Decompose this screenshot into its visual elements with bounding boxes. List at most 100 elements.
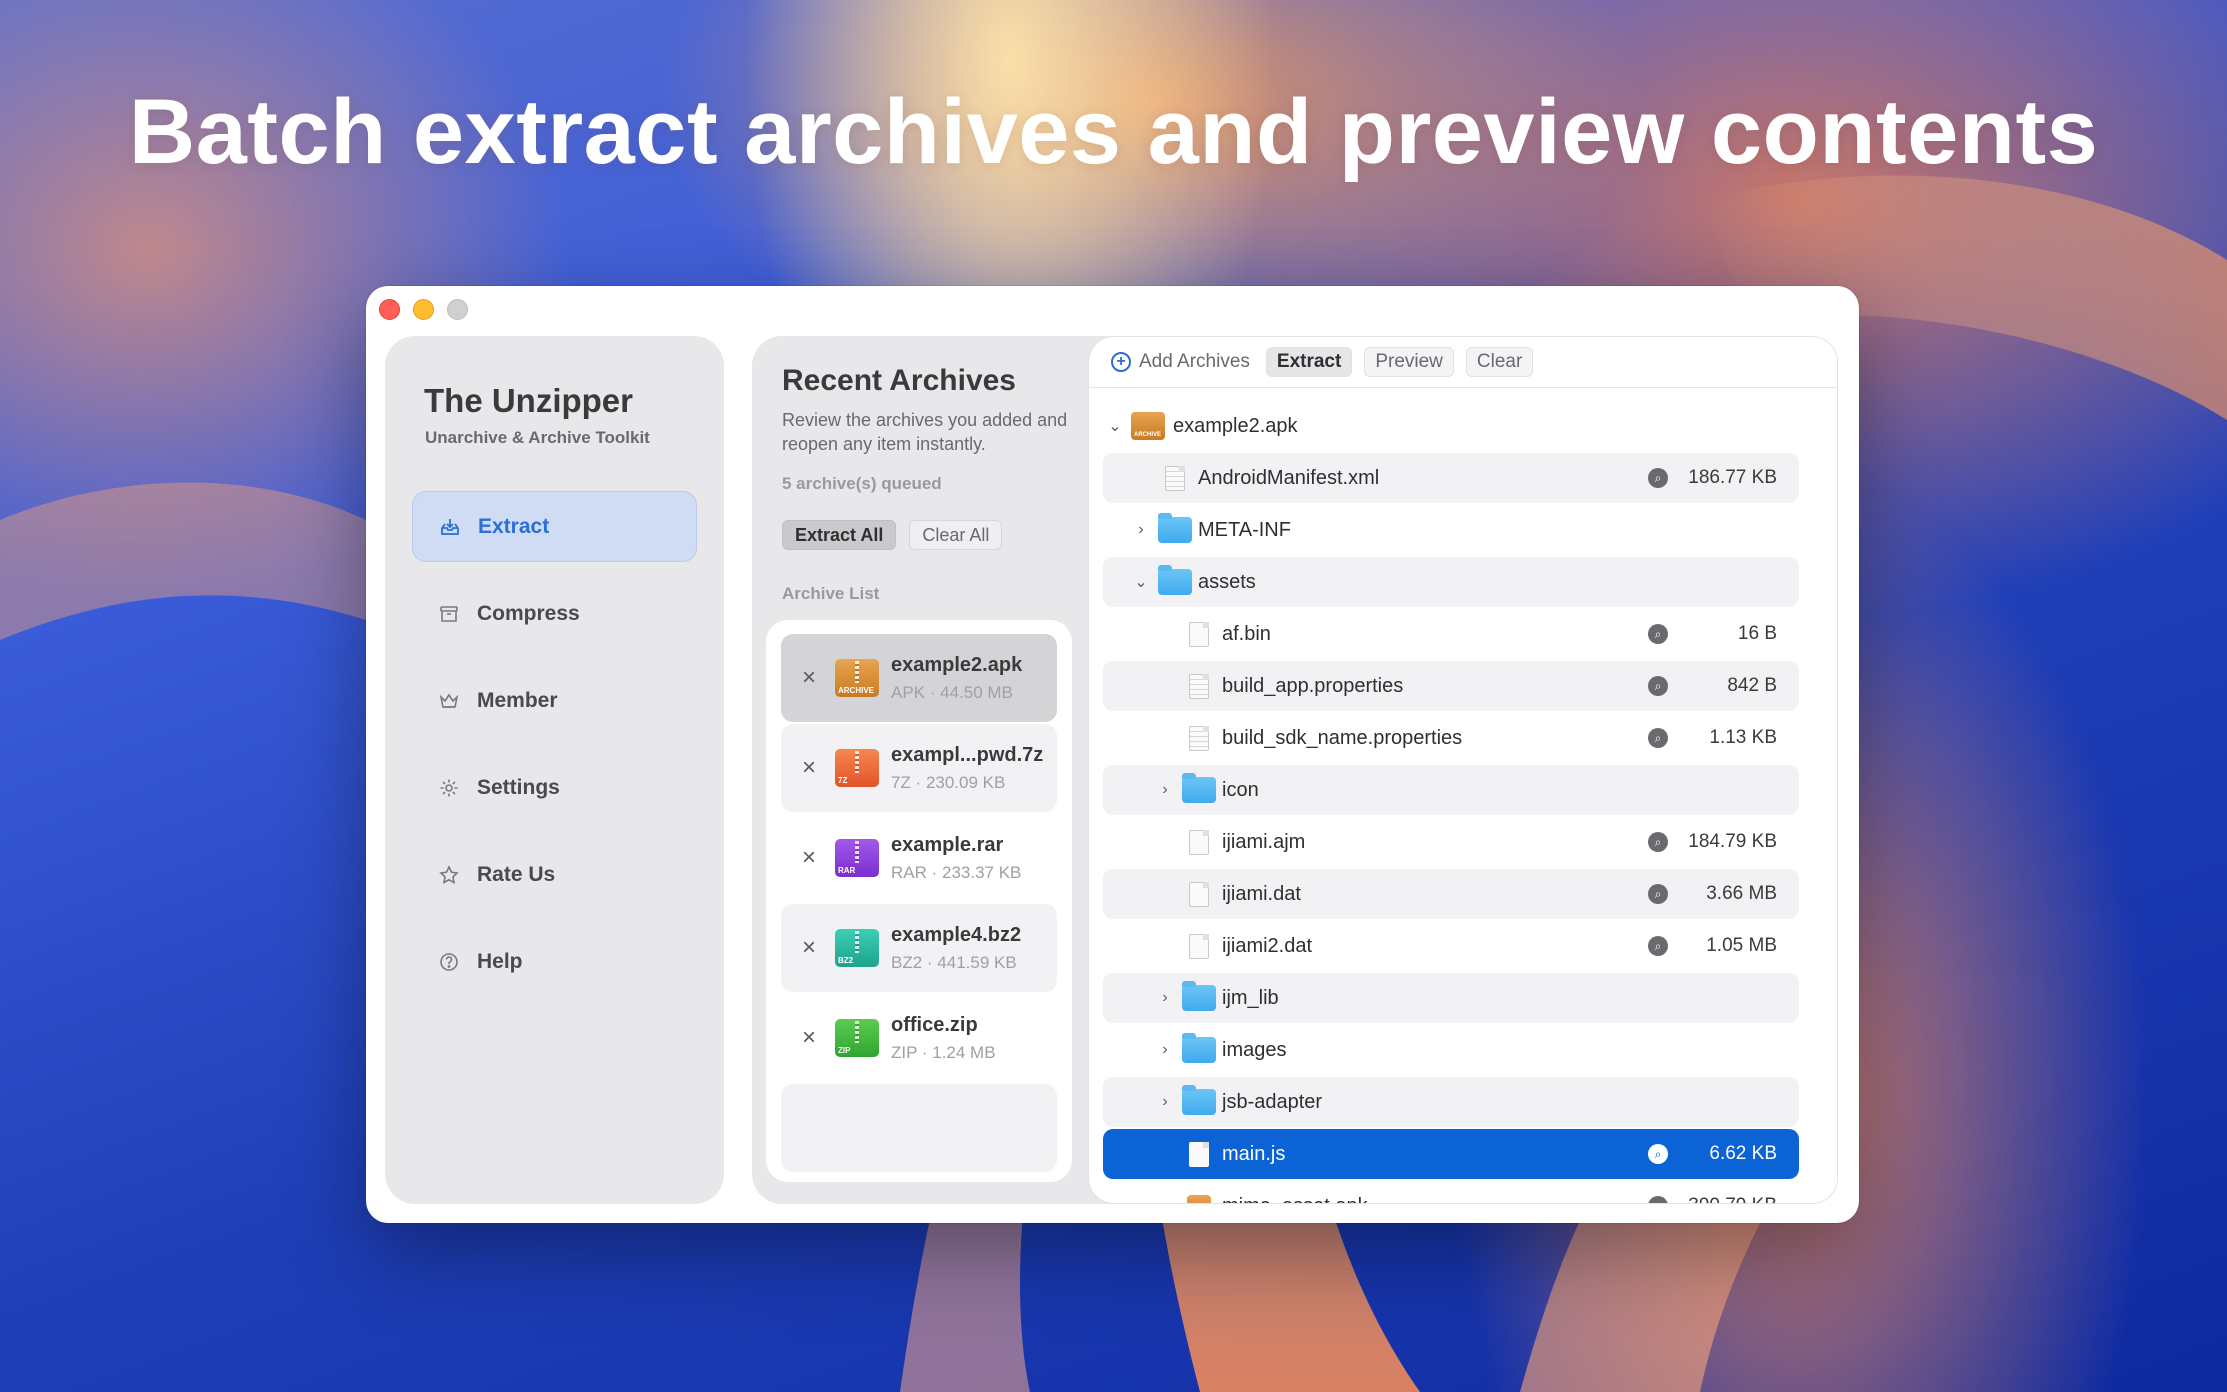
tree-row[interactable]: af.bin ⌕ 16 B	[1103, 609, 1799, 659]
archive-item[interactable]: × ARCHIVE example2.apk APK · 44.50 MB	[781, 634, 1057, 722]
archive-item[interactable]: × BZ2 example4.bz2 BZ2 · 441.59 KB	[781, 904, 1057, 992]
sidebar-item-compress[interactable]: Compress	[412, 578, 697, 649]
file-size: 1.05 MB	[1706, 935, 1777, 956]
clear-all-button[interactable]: Clear All	[909, 520, 1003, 550]
folder-icon	[1182, 1085, 1216, 1115]
question-circle-icon	[438, 951, 460, 973]
chevron-right-icon[interactable]: ›	[1155, 781, 1175, 799]
app-subtitle: Unarchive & Archive Toolkit	[425, 428, 650, 447]
tree-row[interactable]: › icon	[1103, 765, 1799, 815]
extract-all-button[interactable]: Extract All	[782, 520, 897, 550]
app-title: The Unzipper	[424, 382, 634, 419]
tree-row[interactable]: ijiami.dat ⌕ 3.66 MB	[1103, 869, 1799, 919]
archive-drop-area[interactable]	[781, 1084, 1057, 1172]
sidebar-item-settings[interactable]: Settings	[412, 752, 697, 823]
plus-circle-icon: +	[1111, 352, 1131, 372]
archive-name: example.rar	[891, 833, 1004, 856]
chevron-down-icon[interactable]: ⌄	[1105, 416, 1125, 436]
tree-row-root[interactable]: ⌄ ARCHIVE example2.apk	[1103, 401, 1799, 451]
sidebar-item-member[interactable]: Member	[412, 665, 697, 736]
sidebar-item-label: Member	[477, 688, 558, 712]
sidebar-item-rate-us[interactable]: Rate Us	[412, 839, 697, 910]
archive-name: exampl...pwd.7z	[891, 743, 1044, 766]
tree-row[interactable]: › jsb-adapter	[1103, 1077, 1799, 1127]
add-archives-button[interactable]: + Add Archives	[1107, 347, 1254, 377]
preview-magnifier-icon[interactable]: ⌕	[1648, 1196, 1668, 1203]
archive-actions: Extract All Clear All	[782, 520, 1003, 550]
archive-file-icon: ARCHIVE	[835, 659, 879, 697]
preview-magnifier-icon[interactable]: ⌕	[1648, 884, 1668, 904]
clear-button[interactable]: Clear	[1465, 347, 1534, 377]
tree-row[interactable]: › images	[1103, 1025, 1799, 1075]
tree-row[interactable]: › ijm_lib	[1103, 973, 1799, 1023]
recent-archives-description: Review the archives you added and reopen…	[782, 410, 1068, 454]
tree-row[interactable]: mime_asset.apk ⌕ 390.79 KB	[1103, 1181, 1799, 1203]
tree-row[interactable]: ⌄ assets	[1103, 557, 1799, 607]
preview-magnifier-icon[interactable]: ⌕	[1648, 468, 1668, 488]
tree-row-label: ijiami.dat	[1222, 882, 1301, 905]
sidebar-item-label: Rate Us	[477, 862, 556, 886]
sidebar-nav: Extract Compress Member Settings Rate Us…	[412, 491, 697, 1013]
archive-file-icon	[1187, 1195, 1211, 1203]
tab-extract[interactable]: Extract	[1265, 347, 1353, 377]
preview-magnifier-icon[interactable]: ⌕	[1648, 676, 1668, 696]
tree-row-label: assets	[1198, 570, 1256, 593]
tree-row[interactable]: ijiami2.dat ⌕ 1.05 MB	[1103, 921, 1799, 971]
tree-row[interactable]: AndroidManifest.xml ⌕ 186.77 KB	[1103, 453, 1799, 503]
chevron-right-icon[interactable]: ›	[1155, 1093, 1175, 1111]
tree-row[interactable]: › META-INF	[1103, 505, 1799, 555]
preview-magnifier-icon[interactable]: ⌕	[1648, 728, 1668, 748]
archive-info: ZIP · 1.24 MB	[891, 1042, 996, 1062]
archive-list: × ARCHIVE example2.apk APK · 44.50 MB × 7…	[766, 620, 1072, 1182]
tab-preview[interactable]: Preview	[1364, 347, 1454, 377]
archive-box-icon	[438, 603, 460, 625]
preview-magnifier-icon[interactable]: ⌕	[1648, 832, 1668, 852]
file-icon	[1189, 933, 1209, 959]
sidebar-item-help[interactable]: Help	[412, 926, 697, 997]
tree-row-selected[interactable]: main.js ⌕ 6.62 KB	[1103, 1129, 1799, 1179]
preview-magnifier-icon[interactable]: ⌕	[1648, 936, 1668, 956]
remove-icon[interactable]: ×	[797, 844, 821, 871]
remove-icon[interactable]: ×	[797, 754, 821, 781]
tree-row-label: jsb-adapter	[1222, 1090, 1323, 1113]
remove-icon[interactable]: ×	[797, 934, 821, 961]
chevron-down-icon[interactable]: ⌄	[1131, 572, 1151, 592]
file-size: 184.79 KB	[1688, 831, 1777, 852]
close-window-button[interactable]	[379, 299, 400, 320]
remove-icon[interactable]: ×	[797, 1024, 821, 1051]
tree-row-label: example2.apk	[1173, 414, 1298, 437]
preview-magnifier-icon[interactable]: ⌕	[1648, 1144, 1668, 1164]
file-size: 390.79 KB	[1688, 1195, 1777, 1203]
minimize-window-button[interactable]	[413, 299, 434, 320]
sidebar-item-label: Help	[477, 949, 523, 973]
tree-row-label: ijiami.ajm	[1222, 830, 1306, 853]
file-size: 186.77 KB	[1688, 467, 1777, 488]
tree-row[interactable]: ijiami.ajm ⌕ 184.79 KB	[1103, 817, 1799, 867]
archive-info: APK · 44.50 MB	[891, 682, 1013, 702]
file-tree: ⌄ ARCHIVE example2.apk AndroidManifest.x…	[1103, 401, 1799, 1203]
file-size: 6.62 KB	[1709, 1143, 1777, 1164]
file-icon	[1189, 881, 1209, 907]
window-controls	[379, 299, 468, 320]
chevron-right-icon[interactable]: ›	[1155, 1041, 1175, 1059]
sidebar-item-label: Compress	[477, 601, 580, 625]
queued-count: 5 archive(s) queued	[782, 474, 942, 493]
recent-archives-panel: Recent Archives Review the archives you …	[752, 336, 1112, 1204]
chevron-right-icon[interactable]: ›	[1131, 521, 1151, 539]
recent-archives-title: Recent Archives	[782, 364, 1016, 397]
archive-item[interactable]: × 7Z exampl...pwd.7z 7Z · 230.09 KB	[781, 724, 1057, 812]
headline: Batch extract archives and preview conte…	[128, 81, 2099, 183]
tree-row-label: main.js	[1222, 1142, 1286, 1165]
preview-magnifier-icon[interactable]: ⌕	[1648, 624, 1668, 644]
zoom-window-button[interactable]	[447, 299, 468, 320]
remove-icon[interactable]: ×	[797, 664, 821, 691]
archive-file-icon: ZIP	[835, 1019, 879, 1057]
archive-item[interactable]: × ZIP office.zip ZIP · 1.24 MB	[781, 994, 1057, 1082]
tree-row[interactable]: build_sdk_name.properties ⌕ 1.13 KB	[1103, 713, 1799, 763]
chevron-right-icon[interactable]: ›	[1155, 989, 1175, 1007]
gear-icon	[438, 777, 460, 799]
archive-item[interactable]: × RAR example.rar RAR · 233.37 KB	[781, 814, 1057, 902]
tree-row[interactable]: build_app.properties ⌕ 842 B	[1103, 661, 1799, 711]
sidebar-item-extract[interactable]: Extract	[412, 491, 697, 562]
tree-row-label: AndroidManifest.xml	[1198, 466, 1380, 489]
